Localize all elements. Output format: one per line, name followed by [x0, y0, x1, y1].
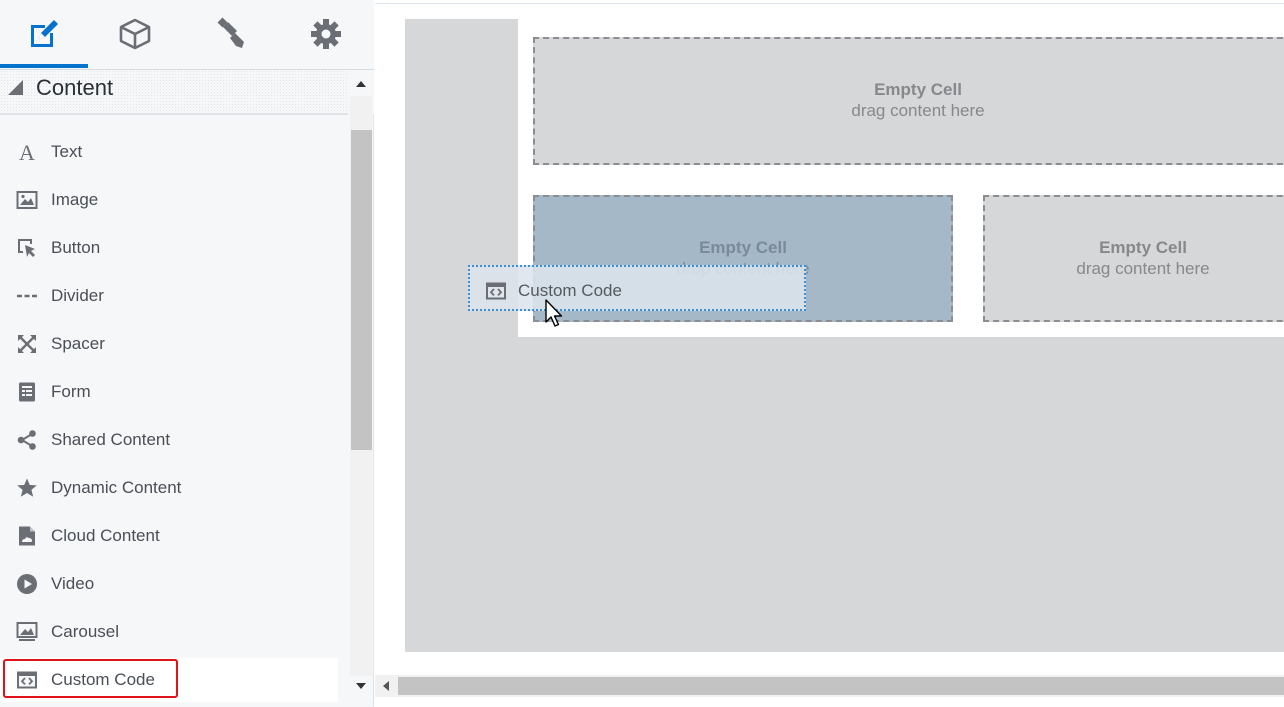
sidebar-scrollbar-thumb[interactable]	[351, 130, 372, 450]
tab-style[interactable]	[187, 0, 275, 68]
divider-icon	[15, 284, 39, 308]
component-form[interactable]: Form	[0, 370, 338, 414]
component-carousel[interactable]: Carousel	[0, 610, 338, 654]
image-icon	[15, 188, 39, 212]
drag-ghost-label: Custom Code	[518, 281, 622, 300]
star-icon	[15, 476, 39, 500]
code-icon	[484, 279, 508, 303]
component-label: Shared Content	[51, 430, 171, 449]
component-button[interactable]: Button	[0, 226, 338, 270]
sidebar-tabbar	[0, 0, 374, 70]
cell-hint: drag content here	[1076, 258, 1210, 278]
horizontal-scrollbar-thumb[interactable]	[398, 677, 1284, 695]
page-builder-app: Content A Text Image Button Divider Spac…	[0, 0, 1284, 707]
collapse-triangle-icon[interactable]	[6, 78, 26, 98]
component-label: Divider	[51, 286, 104, 305]
component-image[interactable]: Image	[0, 178, 338, 222]
component-spacer[interactable]: Spacer	[0, 322, 338, 366]
svg-text:A: A	[19, 141, 35, 163]
component-label: Image	[51, 190, 99, 209]
component-label: Text	[51, 142, 83, 161]
tab-content[interactable]	[0, 0, 88, 68]
component-video[interactable]: Video	[0, 562, 338, 606]
cloud-document-icon	[15, 524, 39, 548]
empty-cell-right[interactable]: Empty Cell drag content here	[983, 195, 1284, 322]
form-icon	[15, 380, 39, 404]
sidebar-panel: Content A Text Image Button Divider Spac…	[0, 0, 374, 707]
cell-title: Empty Cell	[699, 237, 787, 257]
component-label: Dynamic Content	[51, 478, 182, 497]
empty-cell-top[interactable]: Empty Cell drag content here	[533, 37, 1284, 165]
component-divider[interactable]: Divider	[0, 274, 338, 318]
component-label: Custom Code	[51, 670, 155, 689]
cell-title: Empty Cell	[874, 80, 962, 99]
scroll-left-arrow-icon[interactable]	[378, 677, 394, 695]
component-label: Button	[51, 238, 101, 257]
component-label: Form	[51, 382, 91, 401]
button-pointer-icon	[15, 236, 39, 260]
gear-icon	[311, 19, 341, 49]
cube-icon	[119, 18, 151, 50]
canvas-top-border	[375, 3, 1284, 4]
code-icon	[15, 668, 39, 692]
spacer-icon	[15, 332, 39, 356]
scroll-up-arrow-icon[interactable]	[352, 76, 370, 92]
component-label: Spacer	[51, 334, 105, 353]
pencil-icon	[31, 20, 58, 47]
component-text[interactable]: A Text	[0, 130, 338, 174]
carousel-icon	[15, 620, 39, 644]
section-divider	[0, 113, 348, 115]
text-icon: A	[15, 140, 39, 164]
cell-hint: drag content here	[851, 101, 985, 120]
component-label: Cloud Content	[51, 526, 160, 545]
tab-layout[interactable]	[91, 0, 179, 68]
component-label: Video	[51, 574, 95, 593]
share-icon	[15, 428, 39, 452]
component-dynamic-content[interactable]: Dynamic Content	[0, 466, 338, 510]
cell-title: Empty Cell	[1099, 237, 1187, 257]
component-cloud-content[interactable]: Cloud Content	[0, 514, 338, 558]
paintbrush-icon	[217, 17, 244, 48]
component-shared-content[interactable]: Shared Content	[0, 418, 338, 462]
component-label: Carousel	[51, 622, 120, 641]
drag-ghost-custom-code[interactable]: Custom Code	[468, 265, 806, 311]
component-custom-code[interactable]: Custom Code	[0, 658, 338, 702]
scroll-down-arrow-icon[interactable]	[352, 678, 370, 694]
section-title: Content	[36, 75, 114, 100]
play-icon	[15, 572, 39, 596]
tab-settings[interactable]	[282, 0, 370, 68]
